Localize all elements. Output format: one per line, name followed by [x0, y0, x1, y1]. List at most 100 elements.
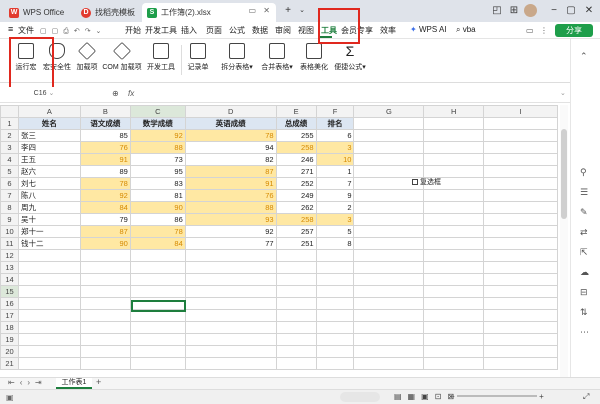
- view-toggle[interactable]: [340, 392, 380, 402]
- fx-icon[interactable]: fx: [128, 89, 134, 98]
- cell[interactable]: [275, 333, 317, 346]
- cell[interactable]: [423, 141, 485, 154]
- share-button[interactable]: 分享: [555, 24, 593, 37]
- row-header[interactable]: 11: [0, 237, 19, 250]
- panel-properties-icon[interactable]: ☰: [580, 187, 588, 198]
- cell[interactable]: 83: [129, 177, 186, 190]
- menu-start[interactable]: 开始: [125, 25, 141, 36]
- vertical-scrollbar[interactable]: [560, 105, 568, 377]
- cell[interactable]: 84: [79, 201, 131, 214]
- cell[interactable]: 258: [275, 213, 317, 226]
- spreadsheet-grid[interactable]: A B C D E F G H I 1 姓名 语文成绩 数学成绩 英语成绩 总成绩 排名 2 张…: [0, 105, 558, 377]
- merge-table-button[interactable]: 合并表格▾: [258, 43, 296, 72]
- cell[interactable]: [315, 309, 355, 322]
- cell[interactable]: [423, 309, 485, 322]
- cell[interactable]: [483, 141, 558, 154]
- cell[interactable]: [184, 321, 277, 334]
- scrollbar-thumb[interactable]: [561, 129, 567, 219]
- menu-insert[interactable]: 插入: [181, 25, 197, 36]
- menu-review[interactable]: 审阅: [275, 25, 291, 36]
- cell[interactable]: [315, 261, 355, 274]
- row-header[interactable]: 6: [0, 177, 19, 190]
- cell[interactable]: [423, 117, 485, 130]
- cell[interactable]: [423, 333, 485, 346]
- cell[interactable]: [483, 273, 558, 286]
- cell[interactable]: 英语成绩: [184, 117, 277, 130]
- cell[interactable]: [184, 357, 277, 370]
- com-addins-button[interactable]: COM 加载项: [101, 41, 143, 72]
- panel-layout-icon[interactable]: ⊟: [580, 287, 588, 298]
- cell[interactable]: [483, 153, 558, 166]
- cell[interactable]: 7: [315, 177, 355, 190]
- cell[interactable]: [184, 261, 277, 274]
- cell[interactable]: [79, 321, 131, 334]
- cell[interactable]: [483, 321, 558, 334]
- cell[interactable]: 262: [275, 201, 317, 214]
- new-tab-icon[interactable]: +: [281, 4, 295, 18]
- quick-access-toolbar[interactable]: ▢▢⎙↶↷⌄: [40, 26, 101, 36]
- cell[interactable]: 79: [79, 213, 131, 226]
- cell[interactable]: 排名: [315, 117, 355, 130]
- panel-sort-icon[interactable]: ⇅: [580, 307, 588, 318]
- sheet-tab-active[interactable]: 工作表1: [56, 378, 92, 389]
- cell[interactable]: [275, 309, 317, 322]
- cell[interactable]: [353, 225, 425, 238]
- cell[interactable]: [353, 273, 425, 286]
- row-header[interactable]: 14: [0, 273, 19, 286]
- cell[interactable]: [353, 321, 425, 334]
- add-sheet-icon[interactable]: +: [96, 377, 101, 387]
- cell[interactable]: 姓名: [17, 117, 81, 130]
- cell[interactable]: 5: [315, 225, 355, 238]
- row-header[interactable]: 3: [0, 141, 19, 154]
- cell[interactable]: [483, 189, 558, 202]
- cell[interactable]: [483, 213, 558, 226]
- cell[interactable]: 1: [315, 165, 355, 178]
- cell[interactable]: [129, 273, 186, 286]
- cell[interactable]: [353, 153, 425, 166]
- cell[interactable]: [17, 249, 81, 262]
- row-header[interactable]: 1: [0, 117, 19, 130]
- row-header[interactable]: 17: [0, 309, 19, 322]
- cell[interactable]: [423, 261, 485, 274]
- menu-efficiency[interactable]: 效率: [380, 25, 396, 36]
- maximize-icon[interactable]: ▢: [564, 4, 578, 18]
- cell[interactable]: 76: [184, 189, 277, 202]
- cell[interactable]: 73: [129, 153, 186, 166]
- cell[interactable]: [129, 285, 186, 298]
- cell[interactable]: 87: [79, 225, 131, 238]
- cell[interactable]: 88: [129, 141, 186, 154]
- tab-wps-office[interactable]: W WPS Office: [4, 3, 74, 22]
- cell[interactable]: [17, 321, 81, 334]
- cell[interactable]: 数学成绩: [129, 117, 186, 130]
- cell[interactable]: [315, 249, 355, 262]
- selected-cell[interactable]: [131, 300, 186, 312]
- cell[interactable]: [483, 129, 558, 142]
- cell[interactable]: [275, 345, 317, 358]
- hamburger-icon[interactable]: ≡: [8, 24, 13, 34]
- cell[interactable]: 94: [184, 141, 277, 154]
- panel-edit-icon[interactable]: ✎: [580, 207, 588, 218]
- cell[interactable]: [353, 165, 425, 178]
- cell[interactable]: 92: [129, 129, 186, 142]
- cell[interactable]: 255: [275, 129, 317, 142]
- cell[interactable]: 89: [79, 165, 131, 178]
- cell[interactable]: [184, 345, 277, 358]
- cell[interactable]: [129, 249, 186, 262]
- cell[interactable]: [275, 273, 317, 286]
- cell[interactable]: [483, 333, 558, 346]
- cell[interactable]: [315, 345, 355, 358]
- comment-icon[interactable]: ▭: [526, 26, 534, 35]
- cell[interactable]: 88: [184, 201, 277, 214]
- cell[interactable]: [184, 333, 277, 346]
- tab-workbook[interactable]: S 工作簿(2).xlsx ▭ ✕: [142, 3, 276, 22]
- cell[interactable]: [483, 297, 558, 310]
- panel-tool-icon[interactable]: ⚲: [580, 167, 587, 178]
- cell[interactable]: [79, 285, 131, 298]
- quick-access-icons[interactable]: ▢▢⎙↶↷⌄: [40, 28, 106, 35]
- name-box[interactable]: C16 ⌄: [4, 89, 84, 100]
- cell[interactable]: [17, 285, 81, 298]
- cell[interactable]: [423, 213, 485, 226]
- cell[interactable]: [353, 261, 425, 274]
- cell[interactable]: 95: [129, 165, 186, 178]
- chevron-down-icon[interactable]: ⌄: [295, 4, 309, 18]
